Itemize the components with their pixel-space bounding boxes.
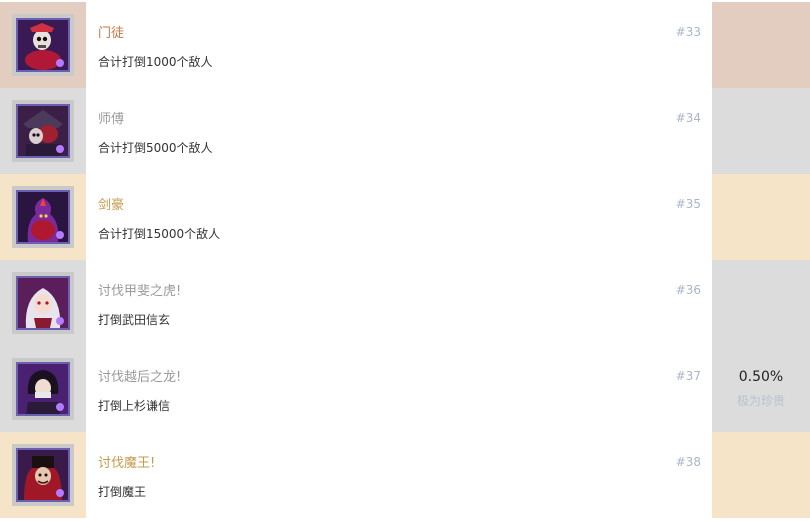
achievement-description: 打倒武田信玄 bbox=[98, 313, 171, 327]
achievement-description: 合计打倒5000个敌人 bbox=[98, 141, 213, 155]
achievement-icon-frame bbox=[12, 272, 74, 334]
row-left-tier-band bbox=[0, 432, 86, 518]
row-right-tier-band bbox=[712, 2, 810, 88]
achievement-description: 合计打倒15000个敌人 bbox=[98, 227, 221, 241]
achievement-title: 讨伐魔王! bbox=[98, 456, 156, 471]
achievement-title: 剑豪 bbox=[98, 198, 125, 213]
achievement-number: #34 bbox=[675, 111, 701, 125]
achievement-number: #38 bbox=[675, 455, 701, 469]
achievement-description: 打倒魔王 bbox=[98, 485, 147, 499]
row-left-tier-band bbox=[0, 260, 86, 346]
achievement-row[interactable]: 讨伐魔王! 打倒魔王 #38 bbox=[0, 432, 810, 518]
masked-dark-warrior-icon bbox=[16, 362, 70, 416]
row-right-tier-band bbox=[712, 432, 810, 518]
skull-warrior-icon bbox=[16, 18, 70, 72]
achievement-icon-frame bbox=[12, 186, 74, 248]
row-right-tier-band bbox=[712, 346, 810, 432]
achievement-description: 打倒上杉谦信 bbox=[98, 399, 171, 413]
row-main: 讨伐魔王! 打倒魔王 #38 bbox=[86, 432, 712, 518]
row-right-tier-band bbox=[712, 260, 810, 346]
rarity-label: 极为珍贵 bbox=[736, 394, 785, 408]
achievement-description: 合计打倒1000个敌人 bbox=[98, 55, 213, 69]
achievement-icon-frame bbox=[12, 14, 74, 76]
achievement-title: 师傅 bbox=[98, 112, 125, 127]
achievement-number: #35 bbox=[675, 197, 701, 211]
achievement-row[interactable]: 剑豪 合计打倒15000个敌人 #35 bbox=[0, 174, 810, 260]
white-haired-warrior-icon bbox=[16, 276, 70, 330]
achievement-title: 讨伐越后之龙! bbox=[98, 370, 182, 385]
achievement-icon-frame bbox=[12, 100, 74, 162]
row-main: 讨伐越后之龙! 打倒上杉谦信 #37 bbox=[86, 346, 712, 432]
flame-demon-icon bbox=[16, 190, 70, 244]
achievement-row[interactable]: 讨伐越后之龙! 打倒上杉谦信 #37 bbox=[0, 346, 810, 432]
achievement-number: #37 bbox=[675, 369, 701, 383]
row-left-tier-band bbox=[0, 2, 86, 88]
demon-king-icon bbox=[16, 448, 70, 502]
row-main: 讨伐甲斐之虎! 打倒武田信玄 #36 bbox=[86, 260, 712, 346]
row-main: 门徒 合计打倒1000个敌人 #33 bbox=[86, 2, 712, 88]
row-main: 剑豪 合计打倒15000个敌人 #35 bbox=[86, 174, 712, 260]
row-left-tier-band bbox=[0, 174, 86, 260]
achievement-icon-frame bbox=[12, 358, 74, 420]
achievement-title: 门徒 bbox=[98, 26, 125, 41]
achievement-number: #33 bbox=[675, 25, 701, 39]
achievement-list: 门徒 合计打倒1000个敌人 #33 师傅 合计打倒5000个敌人 #34 剑豪… bbox=[0, 0, 810, 521]
row-right-tier-band bbox=[712, 174, 810, 260]
row-right-tier-band bbox=[712, 88, 810, 174]
achievement-row[interactable]: 门徒 合计打倒1000个敌人 #33 bbox=[0, 2, 810, 88]
row-left-tier-band bbox=[0, 88, 86, 174]
achievement-row[interactable]: 师傅 合计打倒5000个敌人 #34 bbox=[0, 88, 810, 174]
rarity-percent: 0.50% bbox=[738, 369, 784, 385]
achievement-number: #36 bbox=[675, 283, 701, 297]
achievement-icon-frame bbox=[12, 444, 74, 506]
achievement-title: 讨伐甲斐之虎! bbox=[98, 284, 182, 299]
row-left-tier-band bbox=[0, 346, 86, 432]
hooded-demon-icon bbox=[16, 104, 70, 158]
achievement-row[interactable]: 讨伐甲斐之虎! 打倒武田信玄 #36 bbox=[0, 260, 810, 346]
row-main: 师傅 合计打倒5000个敌人 #34 bbox=[86, 88, 712, 174]
